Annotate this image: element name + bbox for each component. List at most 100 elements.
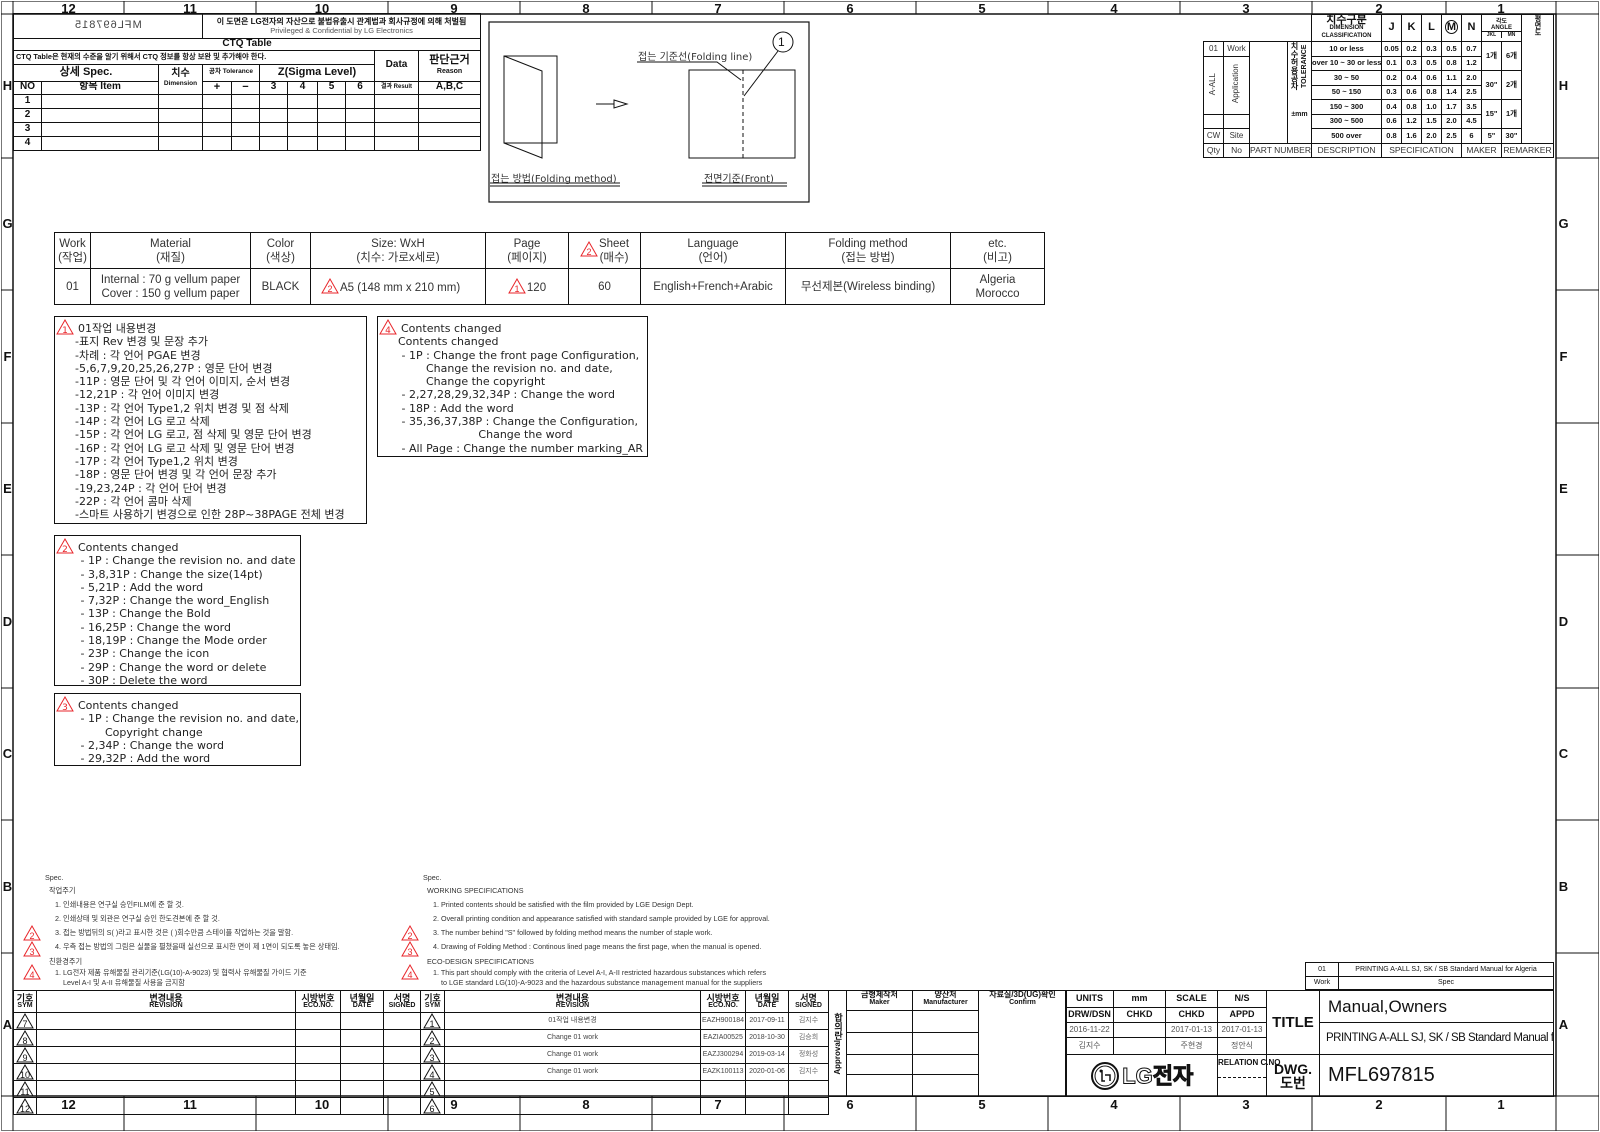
tol-value: 3.5 (1461, 99, 1482, 115)
revision-signed: 김승희 (788, 1029, 829, 1047)
tol-value: 2.5 (1461, 84, 1482, 100)
flatness-kr: 평면도 (1534, 15, 1541, 36)
svg-text:6: 6 (429, 1104, 434, 1114)
dimension-en: DIMENSION CLASSIFICATION (1321, 25, 1372, 39)
tol-value: 2.0 (1461, 70, 1482, 86)
date-en: DATE (352, 1001, 372, 1009)
svg-text:3: 3 (62, 703, 68, 712)
change-line: - 30P : Delete the word (77, 673, 208, 687)
maker-cell[interactable] (846, 1010, 913, 1033)
change-line: - 16,25P : Change the word (77, 620, 231, 634)
change-line: - 1P : Change the revision no. and date, (77, 712, 300, 726)
eco-spec-title: 친환경주기 (49, 957, 83, 966)
tol-value: 0.6 (1381, 113, 1402, 129)
work-number: 01 (1305, 962, 1339, 977)
revision-eco (295, 1046, 341, 1064)
change-line: -16P : 각 언어 LG 로고 삭제 및 영문 단어 변경 (75, 441, 295, 455)
revision-triangle-icon: 1 (56, 318, 74, 336)
tol-value: 0.2 (1401, 41, 1422, 57)
svg-text:2: 2 (429, 1036, 434, 1046)
spec-label: Spec (1338, 976, 1554, 990)
spec-header: Sheet (매수) (598, 237, 630, 264)
tol-value: 0.4 (1381, 99, 1402, 115)
angle-value: 1개 (1481, 41, 1502, 71)
tol-value: 1.1 (1441, 70, 1462, 86)
revision-triangle-icon: 4 (423, 1064, 441, 1080)
change-line: - 35,36,37,38P : Change the Configuratio… (398, 415, 639, 429)
zone-row-label: F (1559, 348, 1568, 364)
change-line: - 13P : Change the Bold (77, 607, 211, 621)
revision-triangle-icon: 12 (15, 1098, 34, 1114)
revision-date: 2018-10-30 (745, 1029, 789, 1047)
relation-cno-label: RELATION C.NO (1218, 1058, 1281, 1067)
signed-en: SIGNED (388, 1001, 416, 1009)
sym-en: SYM (17, 1001, 33, 1009)
spec-etc: Algeria Morocco (950, 268, 1045, 305)
title-main: Manual,Owners (1319, 990, 1554, 1023)
svg-text:3: 3 (429, 1053, 434, 1063)
parts-header: MAKER (1461, 142, 1502, 158)
revision-kr: 변경내용 (555, 992, 590, 1003)
tolerance-unit: ±mm (1291, 111, 1308, 118)
change-box-rev-1: 1 01작업 내용변경 -표지 Rev 변경 및 문장 추가 -차례 : 각 언어 P… (54, 316, 367, 524)
spec-color: BLACK (250, 268, 311, 305)
tol-value: 1.4 (1441, 84, 1462, 100)
revision-text (444, 1097, 701, 1115)
zone-row-label: C (1558, 746, 1569, 761)
revision-text: 01작업 내용변경 (444, 1012, 701, 1030)
revision-row: 10 (13, 1063, 421, 1081)
manufacturer-cell[interactable] (912, 1010, 979, 1033)
work-spec-item: 4. Drawing of Folding Method : Continous… (433, 942, 762, 951)
revision-eco: EAZIA00525 (700, 1029, 746, 1047)
revision-triangle-icon: 4 (401, 963, 419, 980)
revision-date (340, 1063, 384, 1081)
spec-header: Size: WxH (치수: 가로x세로) (356, 237, 440, 264)
revision-eco (700, 1080, 746, 1098)
drw-date: 2016-11-22 (1065, 1022, 1114, 1038)
change-line: - 2,27,28,29,32,34P : Change the word (398, 388, 615, 402)
folding-line-label: 접는 기준선(Folding line) (638, 52, 753, 63)
angle-jkl: JKL (1483, 31, 1502, 38)
change-box-rev-2: 2 Contents changed - 1P : Change the revi… (54, 535, 301, 687)
revision-text (36, 1063, 296, 1081)
revision-triangle-icon: 3 (23, 940, 41, 957)
change-line: Contents changed (398, 335, 499, 349)
change-line: -차례 : 각 언어 PGAE 변경 (75, 348, 201, 362)
eco-spec-item: 1. This part should comply with the crit… (433, 968, 767, 977)
spec-size: A5 (148 mm x 210 mm) (340, 282, 461, 294)
tol-value: 0.8 (1441, 55, 1462, 71)
parts-header: No (1223, 142, 1250, 158)
spec-header: Language (언어) (687, 237, 739, 264)
change-line: -19,23,24P : 각 언어 단어 변경 (75, 481, 227, 495)
change-line: -18P : 영문 단어 변경 및 각 언어 문장 추가 (75, 468, 277, 482)
svg-text:2: 2 (29, 931, 34, 941)
revision-triangle-icon: 1 (423, 1013, 441, 1029)
revision-row: 5 (420, 1080, 829, 1098)
zone-row-label: B (2, 878, 13, 894)
work-spec-item: 2. 인쇄상태 및 외관은 연구실 승인 한도견본에 준 할 것. (55, 914, 220, 923)
revision-eco: EAZH900184 (700, 1012, 746, 1030)
svg-text:2: 2 (62, 545, 68, 554)
angle-value: 30" (1501, 128, 1522, 144)
revision-triangle-icon: 6 (423, 1098, 441, 1114)
change-line: 3 Contents changed (56, 695, 296, 713)
revision-date (745, 1097, 789, 1115)
spec-page: 120 (526, 282, 547, 294)
svg-text:4: 4 (407, 970, 412, 980)
eco-en: ECO.NO. (303, 1001, 333, 1009)
sym-en: SYM (424, 1001, 441, 1009)
change-line: - 2,34P : Change the word (77, 738, 224, 752)
col-j: J (1388, 21, 1395, 34)
revision-row: 1 01작업 내용변경 EAZH900184 2017-09-11 김지수 (420, 1012, 829, 1030)
spec-header: Material (재질) (150, 237, 191, 264)
approval-label-en: Approval (833, 1039, 842, 1075)
revision-table-right: 기호 SYM 변경내용 REVISION 시방번호 ECO.NO. 년월일 DATE 서명 SIG… (420, 990, 829, 1115)
revision-text: Change 01 work (444, 1029, 701, 1047)
work-spec-item: 3. The number behind "S" followed by fol… (433, 928, 713, 937)
svg-text:2: 2 (327, 284, 332, 294)
spec-header: Work (작업) (58, 237, 87, 264)
revision-1-marker-icon: 1 (508, 277, 526, 294)
tol-value: 0.4 (1401, 70, 1422, 86)
tol-value: 0.05 (1381, 41, 1402, 57)
tol-value: 1.7 (1441, 99, 1462, 115)
